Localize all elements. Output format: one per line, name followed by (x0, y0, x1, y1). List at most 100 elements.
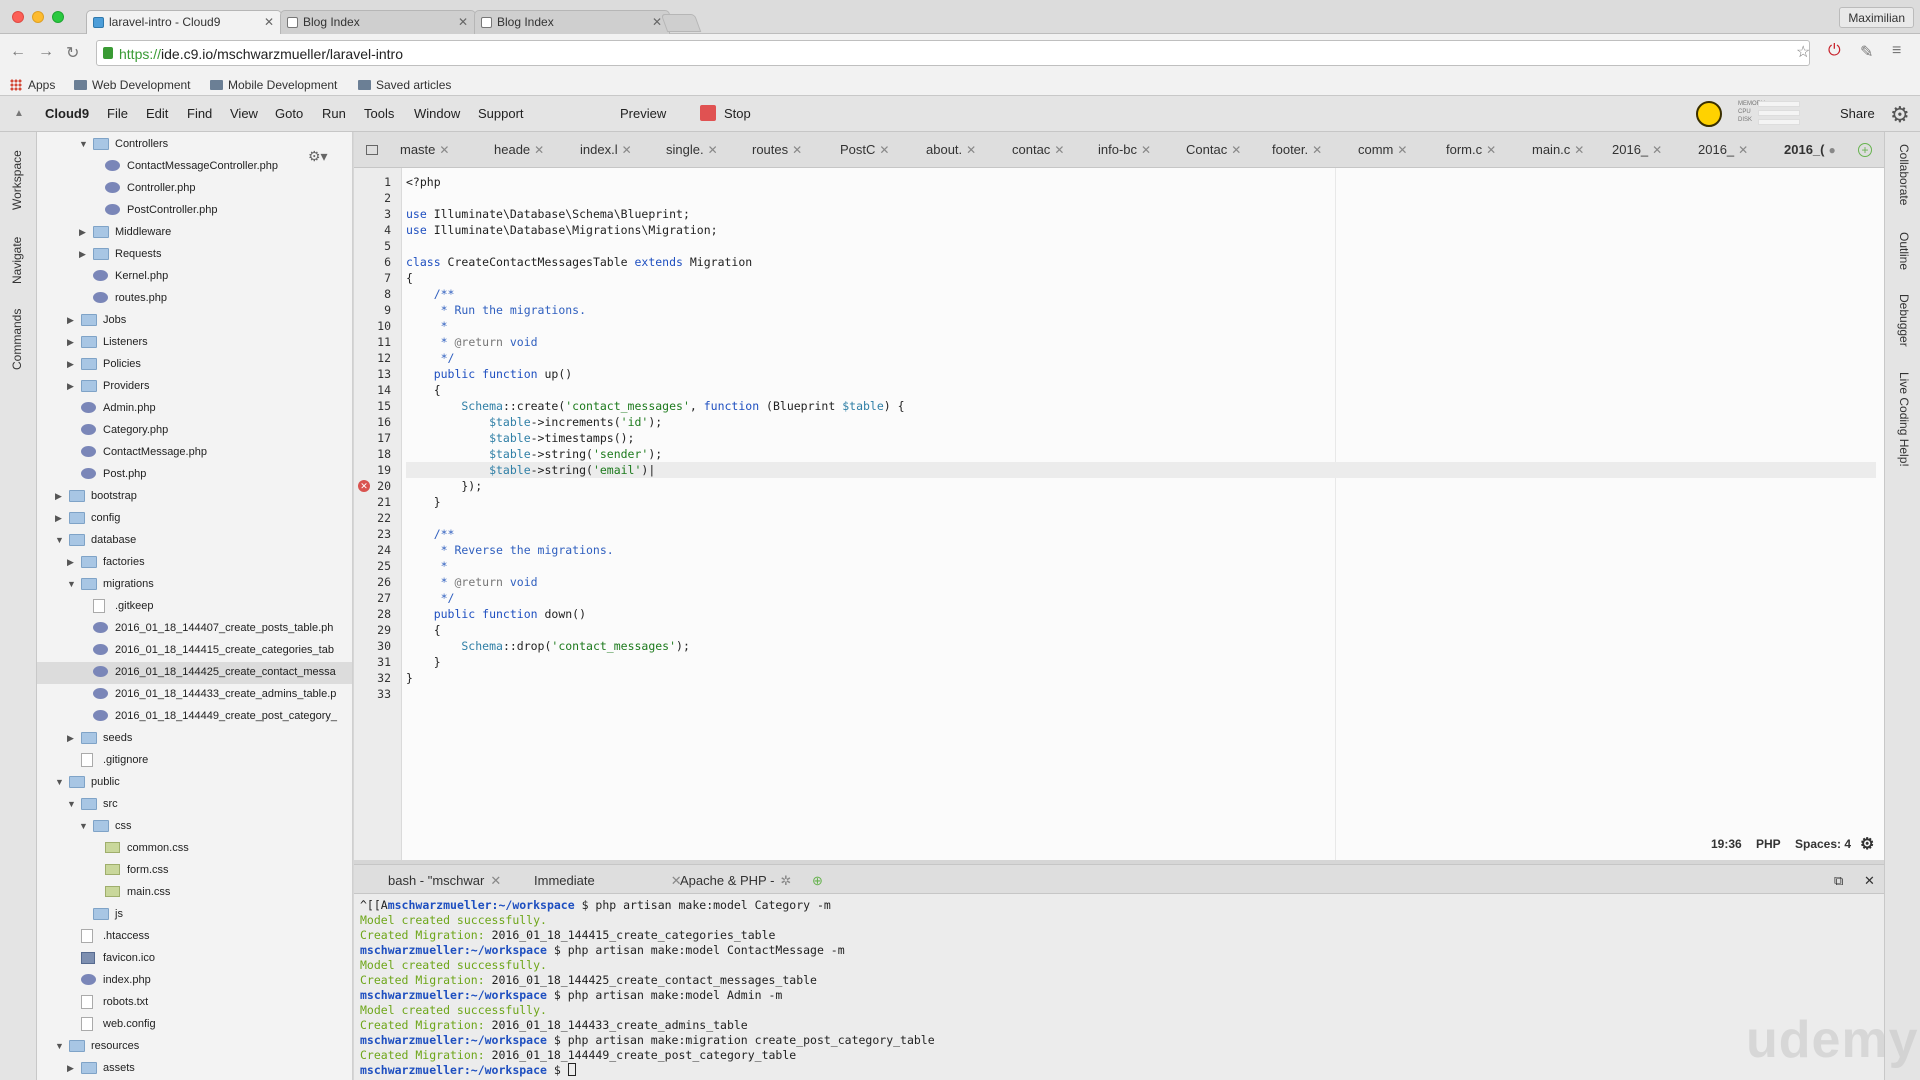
close-tab-icon[interactable]: ✕ (622, 143, 632, 157)
close-tab-icon[interactable]: ✕ (1574, 143, 1584, 157)
tab-outline[interactable]: Outline (1897, 232, 1911, 270)
tree-folder[interactable]: ▼ migrations (37, 574, 352, 596)
tab-collaborate[interactable]: Collaborate (1897, 144, 1911, 205)
extension-tool-icon[interactable]: ✎ (1860, 42, 1873, 62)
tree-file[interactable]: robots.txt (37, 992, 352, 1014)
forward-arrow-icon[interactable]: → (38, 43, 54, 61)
indent-setting[interactable]: Spaces: 4 (1795, 837, 1851, 851)
tree-file[interactable]: favicon.ico (37, 948, 352, 970)
menu-goto[interactable]: Goto (275, 106, 303, 121)
browser-menu-icon[interactable]: ≡ (1892, 42, 1901, 60)
tree-file[interactable]: Category.php (37, 420, 352, 442)
bookmark-star-icon[interactable]: ☆ (1796, 42, 1810, 62)
bookmark-saved-articles[interactable]: Saved articles (358, 78, 451, 92)
close-tab-icon[interactable]: ✕ (534, 143, 544, 157)
tree-folder[interactable]: ▶ seeds (37, 728, 352, 750)
menu-tools[interactable]: Tools (364, 106, 394, 121)
tree-file[interactable]: 2016_01_18_144425_create_contact_messa (37, 662, 352, 684)
bookmark-apps[interactable]: Apps (10, 78, 55, 92)
tab-navigate[interactable]: Navigate (10, 237, 24, 284)
caret-down-icon[interactable]: ▼ (79, 139, 88, 149)
tree-folder[interactable]: ▼ src (37, 794, 352, 816)
tree-file[interactable]: main.css (37, 882, 352, 904)
menu-run[interactable]: Run (322, 106, 346, 121)
tab-debugger[interactable]: Debugger (1897, 294, 1911, 347)
terminal-output[interactable]: ^[[Amschwarzmueller:~/workspace $ php ar… (354, 894, 1884, 1080)
caret-right-icon[interactable]: ▶ (67, 359, 74, 370)
caret-right-icon[interactable]: ▶ (79, 249, 86, 260)
caret-down-icon[interactable]: ▼ (67, 799, 76, 809)
caret-down-icon[interactable]: ▼ (55, 1041, 64, 1051)
editor-tab[interactable]: single. ✕ (666, 142, 718, 157)
tree-file[interactable]: ContactMessage.php (37, 442, 352, 464)
new-tab-button[interactable] (660, 14, 702, 32)
close-tab-icon[interactable]: ✕ (652, 15, 662, 29)
close-tab-icon[interactable]: ✕ (439, 143, 449, 157)
editor-tab[interactable]: contac ✕ (1012, 142, 1064, 157)
editor-tab[interactable]: Contac ✕ (1186, 142, 1241, 157)
close-tab-icon[interactable]: ✕ (1397, 143, 1407, 157)
collapse-up-icon[interactable]: ▲ (14, 108, 24, 119)
reload-icon[interactable]: ↻ (66, 43, 79, 63)
caret-right-icon[interactable]: ▶ (67, 733, 74, 744)
caret-right-icon[interactable]: ▶ (55, 491, 62, 502)
caret-right-icon[interactable]: ▶ (67, 315, 74, 326)
close-tab-icon[interactable]: ✕ (490, 873, 501, 888)
tree-file[interactable]: 2016_01_18_144415_create_categories_tab (37, 640, 352, 662)
editor-tab[interactable]: maste ✕ (400, 142, 449, 157)
close-panel-icon[interactable]: ✕ (1864, 873, 1875, 889)
tree-file[interactable]: Post.php (37, 464, 352, 486)
close-tab-icon[interactable]: ✕ (708, 143, 718, 157)
tab-immediate[interactable]: Immediate ✕ (534, 873, 682, 889)
close-tab-icon[interactable]: ✕ (1652, 143, 1662, 157)
tree-file[interactable]: PostController.php (37, 200, 352, 222)
profile-button[interactable]: Maximilian (1839, 7, 1914, 28)
tree-file[interactable]: .gitkeep (37, 596, 352, 618)
editor-tab[interactable]: 2016_ ✕ (1698, 142, 1748, 157)
stop-button[interactable]: Stop (724, 106, 751, 121)
caret-right-icon[interactable]: ▶ (67, 381, 74, 392)
extension-power-icon[interactable]: ⏻ (1828, 42, 1841, 60)
caret-right-icon[interactable]: ▶ (67, 337, 74, 348)
tree-file[interactable]: form.css (37, 860, 352, 882)
preview-button[interactable]: Preview (620, 106, 666, 121)
tree-file[interactable]: 2016_01_18_144449_create_post_category_ (37, 706, 352, 728)
tree-folder[interactable]: ▶ Listeners (37, 332, 352, 354)
bookmark-web-development[interactable]: Web Development (74, 78, 191, 92)
tree-file[interactable]: ContactMessageController.php (37, 156, 352, 178)
bookmark-mobile-development[interactable]: Mobile Development (210, 78, 337, 92)
tree-folder[interactable]: ▶ config (37, 508, 352, 530)
browser-tab-blog-index-2[interactable]: Blog Index ✕ (474, 10, 670, 34)
minimize-window-button[interactable] (32, 11, 44, 23)
editor-settings-gear-icon[interactable]: ⚙ (1860, 834, 1874, 854)
menu-file[interactable]: File (107, 106, 128, 121)
cursor-position[interactable]: 19:36 (1711, 837, 1742, 851)
tab-list-icon[interactable] (366, 145, 378, 155)
address-bar[interactable]: https://ide.c9.io/mschwarzmueller/larave… (96, 40, 1810, 66)
caret-right-icon[interactable]: ▶ (67, 557, 74, 568)
tab-workspace[interactable]: Workspace (10, 150, 24, 210)
editor-tab[interactable]: comm ✕ (1358, 142, 1407, 157)
close-tab-icon[interactable]: ✕ (1054, 143, 1064, 157)
editor-tab[interactable]: PostC ✕ (840, 142, 889, 157)
stop-icon[interactable] (700, 105, 716, 121)
tree-folder[interactable]: ▶ Jobs (37, 310, 352, 332)
unsaved-dot-icon[interactable]: ● (1828, 143, 1835, 157)
close-window-button[interactable] (12, 11, 24, 23)
close-tab-icon[interactable]: ✕ (792, 143, 802, 157)
maximize-panel-icon[interactable]: ⧉ (1834, 873, 1843, 889)
close-tab-icon[interactable]: ✕ (1312, 143, 1322, 157)
tab-live-coding-help[interactable]: Live Coding Help! (1897, 372, 1911, 467)
tree-folder[interactable]: ▼ public (37, 772, 352, 794)
tree-file[interactable]: 2016_01_18_144433_create_admins_table.p (37, 684, 352, 706)
tree-file[interactable]: Kernel.php (37, 266, 352, 288)
tree-folder[interactable]: ▼ Controllers (37, 134, 352, 156)
code-editor[interactable]: 1 2 3 4 5 6 7 8 9 10 11 12 13 14 15 16 17 18 19 20 ✕ 21 22 23 24… (354, 168, 1884, 860)
caret-down-icon[interactable]: ▼ (55, 777, 64, 787)
close-tab-icon[interactable]: ✕ (264, 15, 274, 29)
tree-folder[interactable]: ▼ resources (37, 1036, 352, 1058)
resource-meter[interactable]: MEMORY CPU DISK (1738, 100, 1802, 128)
browser-tab-blog-index-1[interactable]: Blog Index ✕ (280, 10, 476, 34)
error-marker-icon[interactable]: ✕ (358, 480, 370, 492)
tree-file[interactable]: routes.php (37, 288, 352, 310)
